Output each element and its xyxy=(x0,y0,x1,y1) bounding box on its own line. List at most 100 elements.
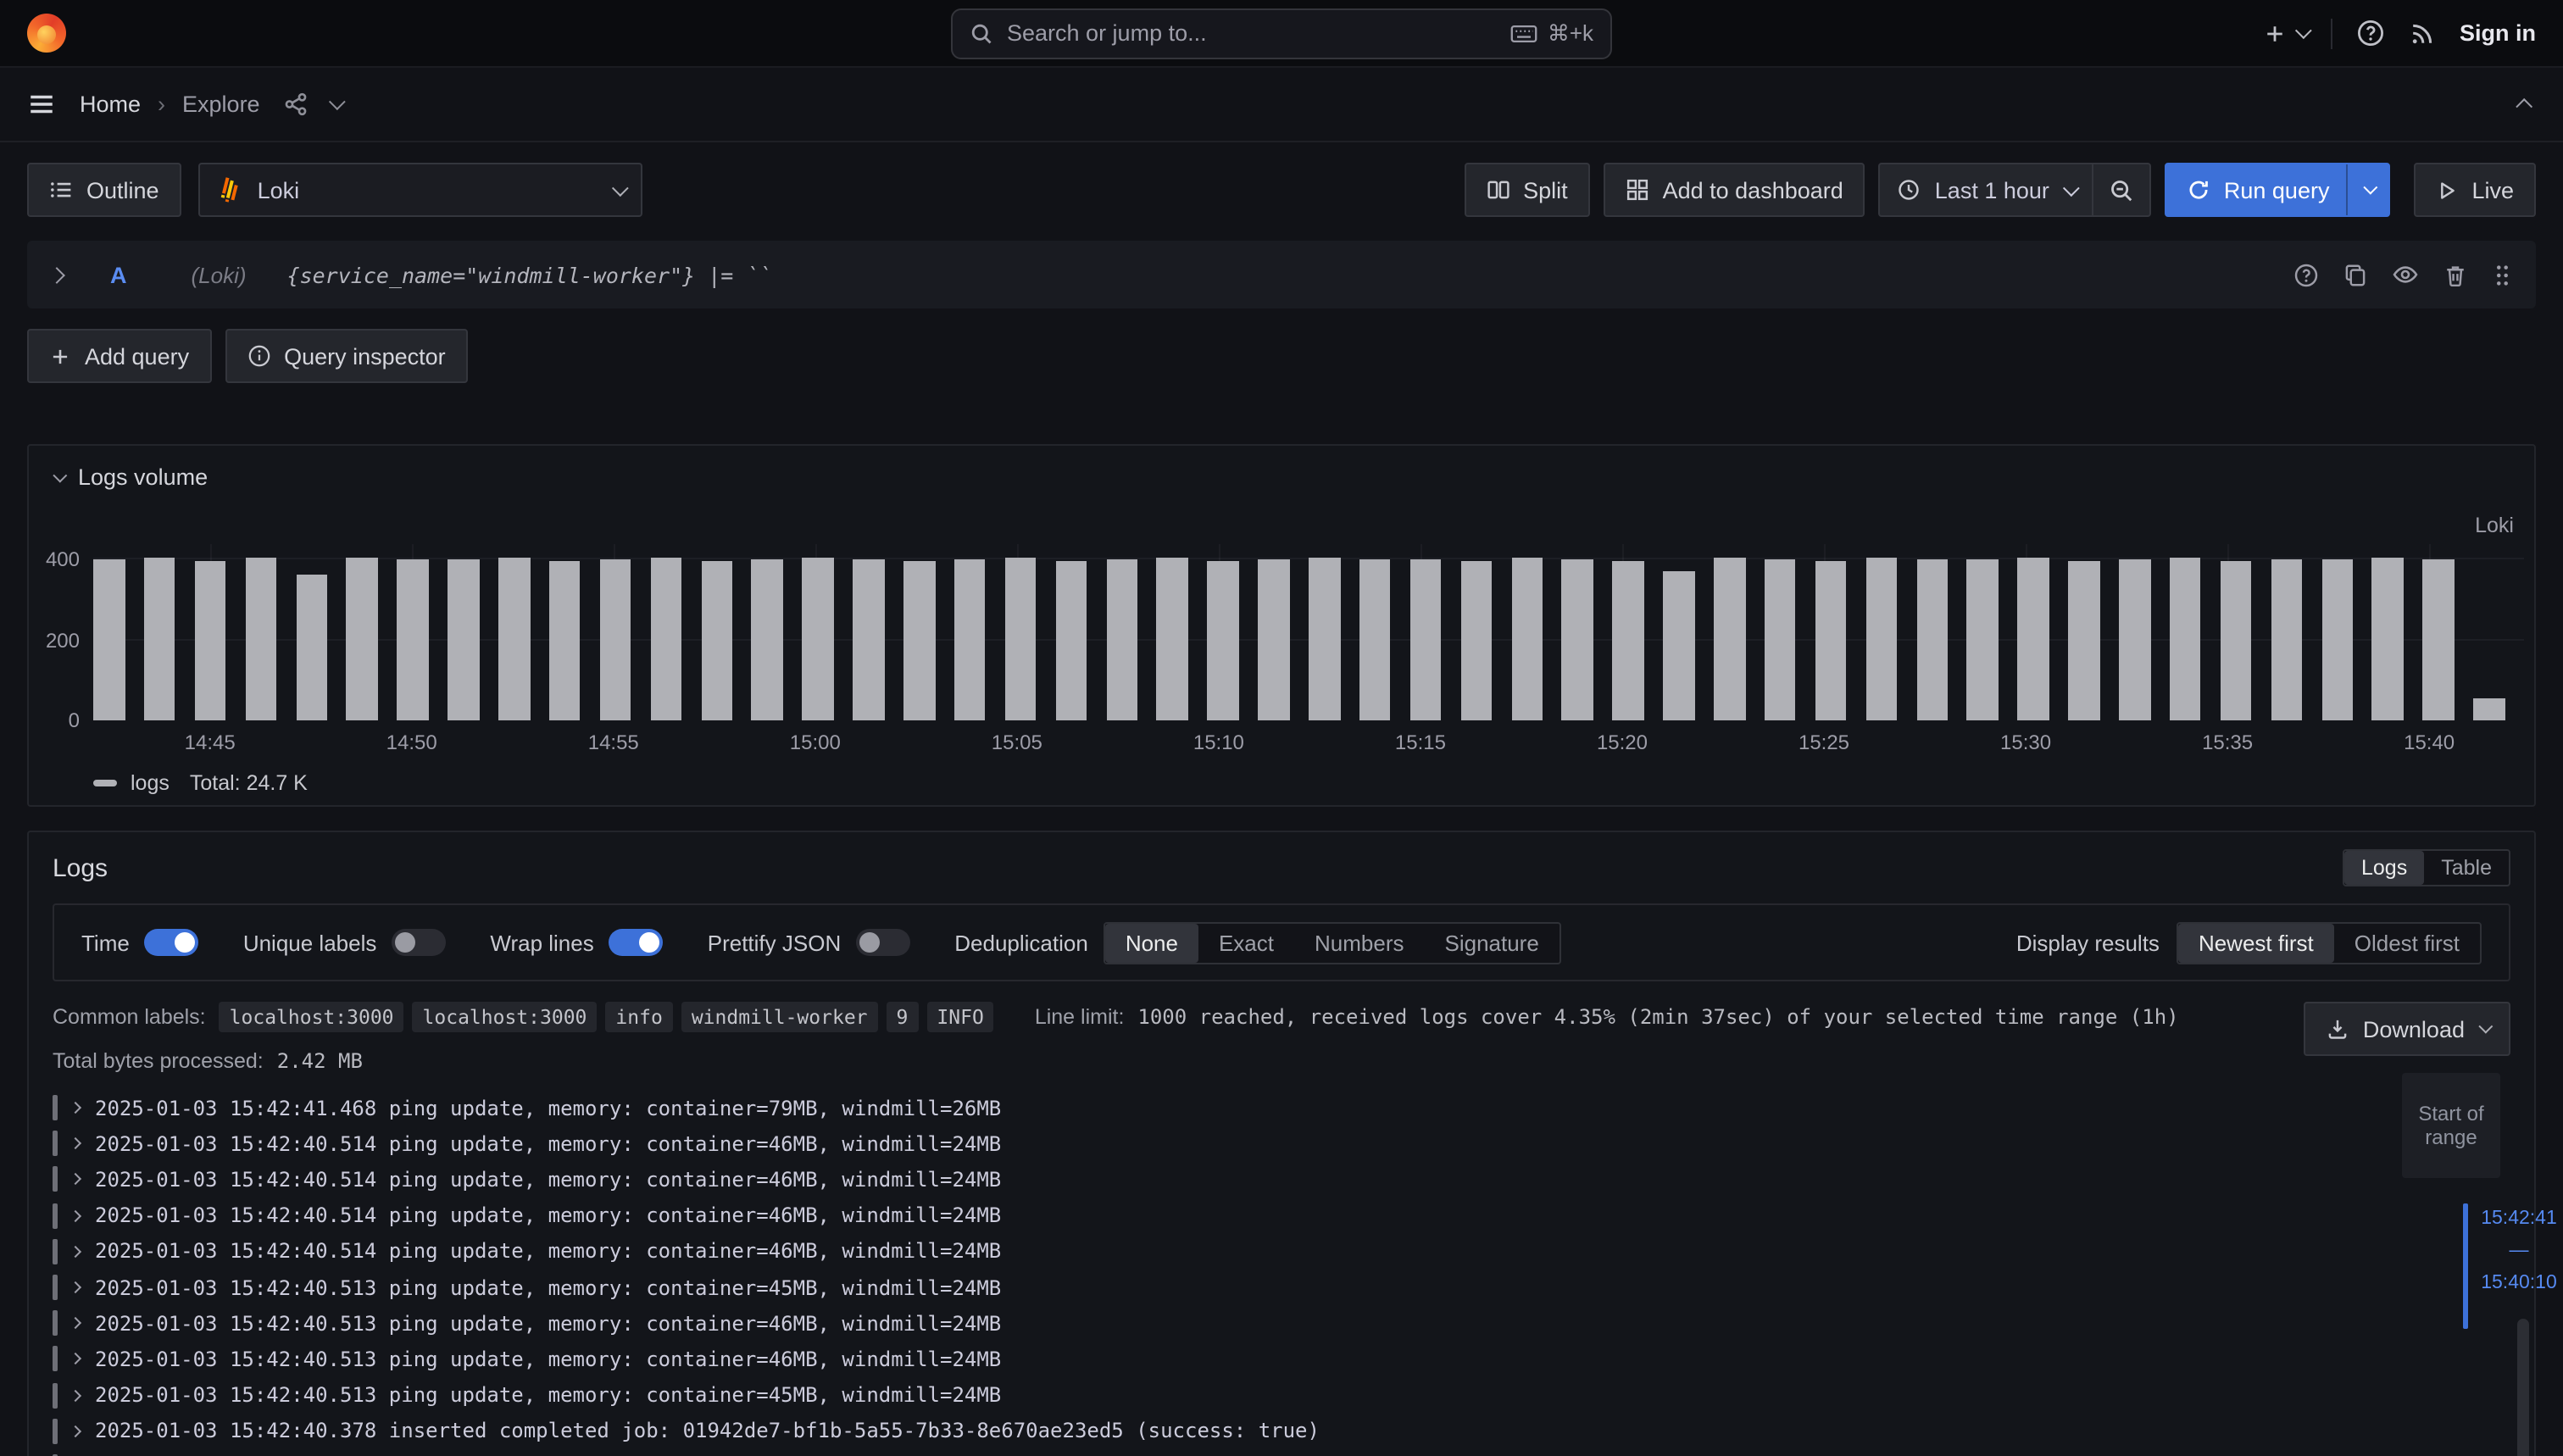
log-row[interactable]: 2025-01-03 15:42:40.513 ping update, mem… xyxy=(29,1270,2534,1305)
option-newest-first[interactable]: Newest first xyxy=(2178,923,2334,962)
breadcrumb-explore[interactable]: Explore xyxy=(182,92,260,117)
query-help-icon[interactable] xyxy=(2293,262,2319,287)
search-input[interactable]: Search or jump to... ⌘+k xyxy=(951,8,1612,58)
order-toggle[interactable]: Newest firstOldest first xyxy=(2177,921,2482,964)
query-ref-id[interactable]: A xyxy=(110,262,127,287)
breadcrumb-home[interactable]: Home xyxy=(80,92,141,117)
toggle-label-wrap-lines: Wrap lines xyxy=(490,930,593,955)
log-timestamp: 2025-01-03 15:42:40.513 xyxy=(95,1275,376,1299)
range-indicator-bar[interactable] xyxy=(2463,1203,2468,1329)
total-bytes-value: 2.42 MB xyxy=(277,1049,363,1073)
toggle-label-time: Time xyxy=(81,930,130,955)
drag-handle-icon[interactable] xyxy=(2492,262,2512,287)
menu-icon[interactable] xyxy=(27,90,56,119)
option-oldest-first[interactable]: Oldest first xyxy=(2334,923,2480,962)
outline-icon xyxy=(49,178,73,202)
log-row[interactable]: 2025-01-03 15:42:40.513 ping update, mem… xyxy=(29,1305,2534,1341)
option-numbers[interactable]: Numbers xyxy=(1294,923,1425,962)
share-icon[interactable] xyxy=(284,92,309,117)
log-row[interactable]: 2025-01-03 15:42:40.378 inserted complet… xyxy=(29,1413,2534,1448)
expand-log-icon[interactable] xyxy=(69,1281,81,1293)
range-times[interactable]: 15:42:41 — 15:40:10 xyxy=(2480,1209,2558,1295)
toggle-unique-labels[interactable] xyxy=(392,929,446,956)
log-row[interactable]: 2025-01-03 15:42:40.514 ping update, mem… xyxy=(29,1125,2534,1161)
info-icon xyxy=(247,344,270,368)
expand-log-icon[interactable] xyxy=(69,1102,81,1114)
log-row[interactable]: 2025-01-03 15:42:41.468 ping update, mem… xyxy=(29,1090,2534,1125)
query-editor-row: A (Loki) {service_name="windmill-worker"… xyxy=(27,241,2536,308)
log-level-bar xyxy=(53,1419,58,1444)
grafana-logo-icon[interactable] xyxy=(27,14,66,53)
log-row[interactable]: 2025-01-03 15:42:40.371 update flow stat… xyxy=(29,1449,2534,1456)
query-expression[interactable]: {service_name="windmill-worker"} |= `` xyxy=(287,262,772,287)
line-limit-value: 1000 reached, received logs cover 4.35% … xyxy=(1137,1005,2178,1029)
start-of-range-button[interactable]: Start of range xyxy=(2402,1073,2500,1178)
expand-log-icon[interactable] xyxy=(69,1353,81,1365)
option-signature[interactable]: Signature xyxy=(1425,923,1559,962)
range-separator: — xyxy=(2480,1241,2558,1263)
chevron-down-icon[interactable] xyxy=(330,93,347,110)
toggle-label-unique-labels: Unique labels xyxy=(243,930,377,955)
scrollbar-thumb[interactable] xyxy=(2517,1319,2529,1456)
logs-volume-chart[interactable] xyxy=(93,544,2524,720)
option-none[interactable]: None xyxy=(1105,923,1198,962)
toggle-wrap-lines[interactable] xyxy=(609,929,664,956)
log-row[interactable]: 2025-01-03 15:42:40.514 ping update, mem… xyxy=(29,1198,2534,1233)
expand-log-icon[interactable] xyxy=(69,1137,81,1149)
expand-log-icon[interactable] xyxy=(69,1317,81,1329)
chevron-down-icon xyxy=(2063,179,2080,196)
log-row[interactable]: 2025-01-03 15:42:40.514 ping update, mem… xyxy=(29,1162,2534,1198)
zoom-out-icon xyxy=(2109,177,2134,203)
logs-table-toggle[interactable]: LogsTable xyxy=(2343,849,2510,886)
run-query-options-button[interactable] xyxy=(2346,164,2388,215)
deduplication-toggle[interactable]: NoneExactNumbersSignature xyxy=(1104,921,1561,964)
live-button[interactable]: Live xyxy=(2414,163,2536,217)
explore-toolbar: Outline Loki Split Add to dashboard xyxy=(0,142,2563,234)
expand-query-icon[interactable] xyxy=(48,266,65,283)
remove-query-trash-icon[interactable] xyxy=(2443,262,2468,287)
logs-volume-header[interactable]: Logs volume xyxy=(53,464,208,490)
news-rss-icon[interactable] xyxy=(2409,19,2436,47)
log-row[interactable]: 2025-01-03 15:42:40.514 ping update, mem… xyxy=(29,1234,2534,1270)
query-inspector-button[interactable]: Query inspector xyxy=(225,329,468,383)
expand-log-icon[interactable] xyxy=(69,1389,81,1401)
copy-query-icon[interactable] xyxy=(2343,262,2368,287)
log-row[interactable]: 2025-01-03 15:42:40.513 ping update, mem… xyxy=(29,1377,2534,1413)
option-exact[interactable]: Exact xyxy=(1198,923,1294,962)
run-query-button[interactable]: Run query xyxy=(2165,163,2391,217)
collapse-up-icon[interactable] xyxy=(2516,98,2532,115)
log-level-bar xyxy=(53,1167,58,1192)
hide-response-eye-icon[interactable] xyxy=(2392,261,2419,288)
split-button[interactable]: Split xyxy=(1464,163,1590,217)
time-picker[interactable]: Last 1 hour xyxy=(1879,163,2151,217)
log-message: ping update, memory: container=46MB, win… xyxy=(376,1240,1001,1264)
legend-series-name[interactable]: logs xyxy=(131,771,170,795)
expand-log-icon[interactable] xyxy=(69,1174,81,1186)
log-level-bar xyxy=(53,1239,58,1264)
keyboard-icon xyxy=(1510,21,1537,45)
option-table[interactable]: Table xyxy=(2424,851,2509,885)
help-icon[interactable] xyxy=(2356,19,2385,47)
toggle-time[interactable] xyxy=(145,929,199,956)
expand-log-icon[interactable] xyxy=(69,1246,81,1258)
datasource-picker[interactable]: Loki xyxy=(198,163,642,217)
expand-log-icon[interactable] xyxy=(69,1425,81,1437)
log-message: ping update, memory: container=46MB, win… xyxy=(376,1132,1001,1156)
expand-log-icon[interactable] xyxy=(69,1209,81,1221)
option-logs[interactable]: Logs xyxy=(2344,851,2424,885)
download-button[interactable]: Download xyxy=(2304,1002,2510,1056)
add-query-button[interactable]: Add query xyxy=(27,329,211,383)
zoom-out-button[interactable] xyxy=(2093,164,2149,215)
log-level-bar xyxy=(53,1347,58,1372)
chart-legend[interactable]: logs Total: 24.7 K xyxy=(93,771,308,795)
add-to-dashboard-button[interactable]: Add to dashboard xyxy=(1604,163,1865,217)
sign-in-button[interactable]: Sign in xyxy=(2460,20,2536,46)
range-oldest: 15:40:10 xyxy=(2481,1273,2557,1293)
outline-button[interactable]: Outline xyxy=(27,163,181,217)
logs-meta: Common labels: localhost:3000localhost:3… xyxy=(53,1002,2510,1073)
clock-icon xyxy=(1898,178,1921,202)
logs-controls: TimeUnique labelsWrap linesPrettify JSON… xyxy=(53,903,2510,981)
log-row[interactable]: 2025-01-03 15:42:40.513 ping update, mem… xyxy=(29,1342,2534,1377)
toggle-prettify-json[interactable] xyxy=(856,929,910,956)
new-menu-button[interactable] xyxy=(2263,21,2307,45)
